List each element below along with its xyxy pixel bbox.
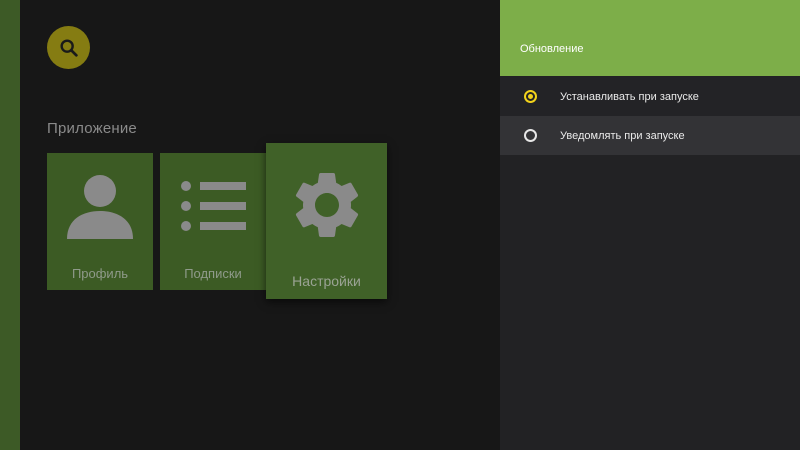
profile-card-label: Профиль [71, 266, 129, 281]
option-install-on-launch[interactable]: Устанавливать при запуске [500, 77, 800, 116]
panel-title: Обновление [520, 43, 584, 55]
settings-side-panel: Обновление Устанавливать при запуске Уве… [500, 0, 800, 450]
option-label: Устанавливать при запуске [560, 90, 699, 103]
gear-icon [266, 165, 387, 245]
panel-header: Обновление [500, 0, 800, 76]
subscriptions-card[interactable]: Подписки [160, 153, 266, 290]
search-button[interactable] [47, 26, 90, 69]
settings-card[interactable]: Настройки [266, 143, 387, 299]
tv-screen: Приложение Профиль Подписки Настройки Об… [0, 0, 800, 450]
left-edge-strip [0, 0, 20, 450]
list-icon [160, 179, 266, 233]
settings-card-label: Настройки [292, 273, 361, 289]
option-label: Уведомлять при запуске [560, 129, 685, 142]
radio-selected-icon[interactable] [524, 90, 537, 103]
person-icon [47, 171, 153, 241]
option-notify-on-launch[interactable]: Уведомлять при запуске [500, 116, 800, 155]
subscriptions-card-label: Подписки [184, 266, 242, 281]
radio-unselected-icon[interactable] [524, 129, 537, 142]
search-icon [59, 38, 78, 57]
profile-card[interactable]: Профиль [47, 153, 153, 290]
section-title: Приложение [47, 120, 137, 137]
